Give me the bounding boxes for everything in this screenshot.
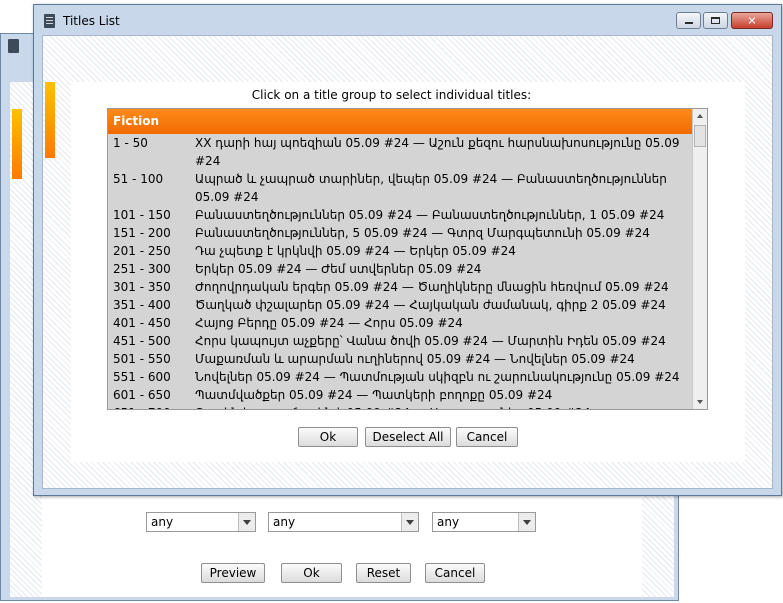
list-rows: 1 - 50 XX դարի հայ պոեզիան 05.09 #24 — Աշ… [108, 134, 692, 409]
title-group-row[interactable]: 51 - 100 Ապրած և չապրած տարիներ, վեպեր 05… [108, 170, 692, 206]
title-group-titles: Հայոց Բերդը 05.09 #24 — Հորս 05.09 #24 [195, 316, 463, 330]
title-group-range: 451 - 500 [113, 334, 171, 348]
dialog-title: Titles List [63, 14, 120, 28]
title-group-row[interactable]: 501 - 550 Մաքառման և արարման ուղիներով 05… [108, 350, 692, 368]
list-group-header[interactable]: Fiction [108, 109, 692, 134]
deselect-all-button[interactable]: Deselect All [365, 427, 451, 447]
title-group-titles: Բանաստեղծություններ 05.09 #24 — Բանաստեղ… [195, 208, 665, 222]
title-group-range: 1 - 50 [113, 136, 148, 150]
dialog-titlebar[interactable]: Titles List ✕ [34, 5, 781, 35]
reset-button[interactable]: Reset [356, 563, 411, 583]
filter-select-2[interactable]: any [268, 512, 419, 532]
title-group-titles: Հորս կապույտ աչքերը՝ Վանա ծովի 05.09 #24… [195, 334, 666, 348]
title-group-row[interactable]: 251 - 300 Երկեր 05.09 #24 — Ժեմ ստվերներ … [108, 260, 692, 278]
maximize-icon [711, 17, 720, 24]
background-accent-bar [12, 109, 22, 179]
close-icon: ✕ [747, 14, 757, 27]
chevron-down-icon[interactable] [518, 513, 535, 531]
title-group-titles: Պատմվածքեր 05.09 #24 — Պատկերի բողոքը 05… [195, 388, 553, 402]
title-group-range: 351 - 400 [113, 298, 171, 312]
title-group-range: 301 - 350 [113, 280, 171, 294]
title-group-range: 501 - 550 [113, 352, 171, 366]
title-group-titles: Նովելներ 05.09 #24 — Պատմության սկիզբն ո… [195, 370, 680, 384]
ok-button[interactable]: Ok [298, 427, 358, 447]
title-group-titles: Ժողովրդական երգեր 05.09 #24 — Ծաղիկները … [195, 280, 669, 294]
maximize-button[interactable] [703, 12, 728, 29]
title-group-range: 601 - 650 [113, 388, 171, 402]
window-document-icon [44, 14, 55, 28]
title-group-row[interactable]: 301 - 350 Ժողովրդական երգեր 05.09 #24 — Ծ… [108, 278, 692, 296]
title-group-row[interactable]: 151 - 200 Բանաստեղծություններ, 5 05.09 #2… [108, 224, 692, 242]
filter-select-3-value: any [437, 515, 460, 529]
title-group-row[interactable]: 1 - 50 XX դարի հայ պոեզիան 05.09 #24 — Աշ… [108, 134, 692, 170]
title-group-row[interactable]: 451 - 500 Հորս կապույտ աչքերը՝ Վանա ծովի … [108, 332, 692, 350]
title-group-row[interactable]: 601 - 650 Պատմվածքեր 05.09 #24 — Պատկերի … [108, 386, 692, 404]
filter-select-1[interactable]: any [146, 512, 256, 532]
list-scrollbar[interactable] [692, 109, 707, 409]
title-group-range: 151 - 200 [113, 226, 171, 240]
ok-button-background[interactable]: Ok [281, 563, 342, 583]
title-group-row[interactable]: 351 - 400 Ծաղկած փշալարեր 05.09 #24 — Հայ… [108, 296, 692, 314]
title-group-titles: Երկեր 05.09 #24 — Ժեմ ստվերներ 05.09 #24 [195, 262, 482, 276]
title-group-titles: XX դարի հայ պոեզիան 05.09 #24 — Աշուն քե… [195, 136, 680, 168]
title-group-titles: Մաքառման և արարման ուղիներով 05.09 #24 —… [195, 352, 635, 366]
title-group-row[interactable]: 551 - 600 Նովելներ 05.09 #24 — Պատմության… [108, 368, 692, 386]
title-group-titles: Պարին է, բայց ճաղին է 05.09 #24 — Սոցապա… [195, 404, 692, 409]
close-button[interactable]: ✕ [731, 12, 773, 29]
title-group-titles: Դա չպետք է կրկնվի 05.09 #24 — Երկեր 05.0… [195, 244, 516, 258]
title-group-titles: Ծաղկած փշալարեր 05.09 #24 — Հայկական ժամ… [195, 298, 666, 312]
title-groups-list[interactable]: Fiction 1 - 50 XX դարի հայ պոեզիան 05.09 … [107, 108, 708, 410]
minimize-button[interactable] [676, 12, 701, 29]
filter-select-1-value: any [151, 515, 174, 529]
chevron-down-icon[interactable] [238, 513, 255, 531]
scroll-up-icon[interactable] [693, 109, 707, 124]
cancel-button-background[interactable]: Cancel [425, 563, 485, 583]
filter-select-3[interactable]: any [432, 512, 536, 532]
title-group-range: 651 - 700 [113, 404, 193, 409]
title-group-titles: Բանաստեղծություններ, 5 05.09 #24 — Գտրզ … [195, 226, 650, 240]
title-group-range: 51 - 100 [113, 172, 164, 186]
title-group-range: 201 - 250 [113, 244, 171, 258]
scroll-down-icon[interactable] [693, 394, 707, 409]
title-group-row[interactable]: 201 - 250 Դա չպետք է կրկնվի 05.09 #24 — Ե… [108, 242, 692, 260]
title-group-row[interactable]: 101 - 150 Բանաստեղծություններ 05.09 #24 —… [108, 206, 692, 224]
window-document-icon [8, 39, 19, 53]
preview-button[interactable]: Preview [201, 563, 265, 583]
title-group-titles: Ապրած և չապրած տարիներ, վեպեր 05.09 #24 … [195, 172, 667, 204]
title-group-row[interactable]: 651 - 700Պարին է, բայց ճաղին է 05.09 #24… [108, 404, 692, 409]
select-titles-prompt: Click on a title group to select individ… [251, 88, 532, 102]
minimize-icon [685, 22, 693, 24]
filter-select-2-value: any [273, 515, 296, 529]
cancel-button[interactable]: Cancel [456, 427, 518, 447]
chevron-down-icon[interactable] [401, 513, 418, 531]
title-group-row[interactable]: 401 - 450 Հայոց Բերդը 05.09 #24 — Հորս 05… [108, 314, 692, 332]
title-group-range: 401 - 450 [113, 316, 171, 330]
title-group-range: 251 - 300 [113, 262, 171, 276]
scroll-thumb[interactable] [694, 125, 706, 147]
title-group-range: 551 - 600 [113, 370, 171, 384]
title-group-range: 101 - 150 [113, 208, 171, 222]
